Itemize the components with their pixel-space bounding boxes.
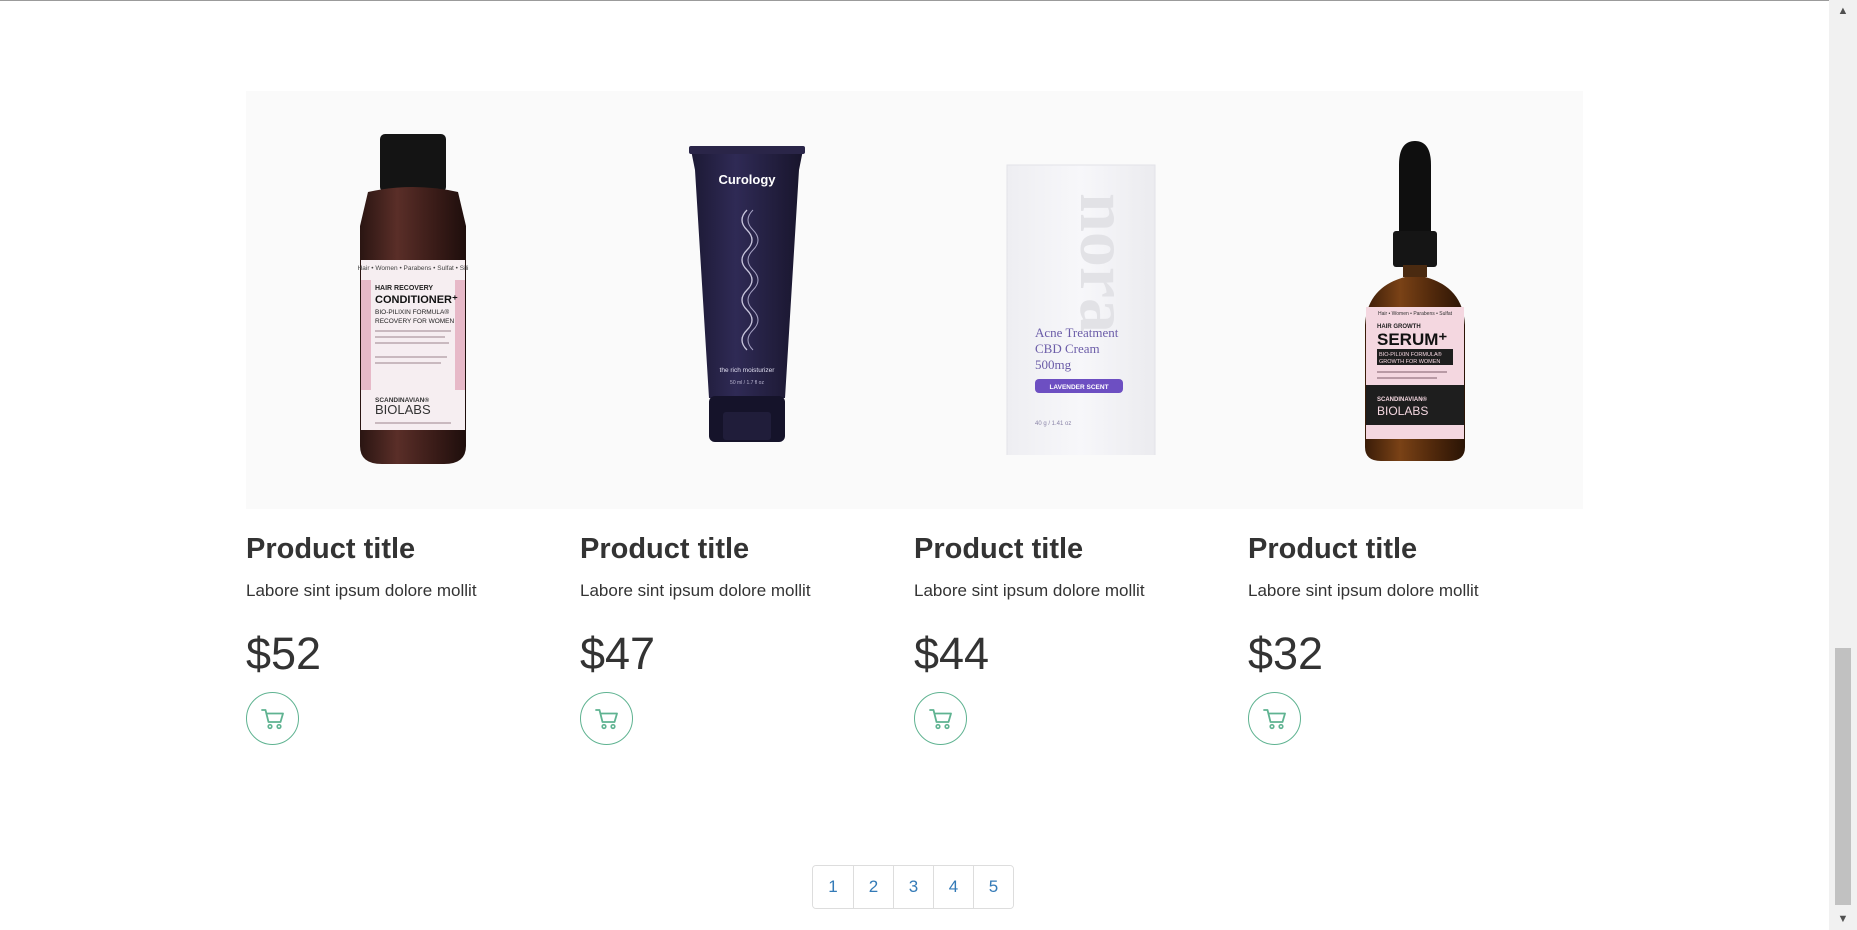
svg-text:the rich moisturizer: the rich moisturizer bbox=[720, 367, 776, 374]
page-link-1[interactable]: 1 bbox=[813, 866, 853, 908]
cart-icon bbox=[1262, 708, 1286, 729]
svg-text:50 ml / 1.7 fl oz: 50 ml / 1.7 fl oz bbox=[730, 380, 764, 386]
svg-text:40 g / 1.41 oz: 40 g / 1.41 oz bbox=[1035, 421, 1071, 427]
moisturizer-tube-image: Curology the rich moisturizer 50 ml / 1.… bbox=[689, 146, 805, 442]
svg-text:CBD Cream: CBD Cream bbox=[1035, 341, 1100, 356]
cart-icon bbox=[928, 708, 952, 729]
svg-text:SCANDINAVIAN®: SCANDINAVIAN® bbox=[1377, 396, 1428, 403]
svg-text:CONDITIONER⁺: CONDITIONER⁺ bbox=[375, 294, 458, 306]
product-image[interactable]: Hair • Women • Parabens • Sulfat HAIR GR… bbox=[1248, 91, 1582, 509]
svg-text:Hair • Women • Parabens • Sulf: Hair • Women • Parabens • Sulfat bbox=[1378, 311, 1453, 317]
product-description: Labore sint ipsum dolore mollit bbox=[580, 581, 811, 600]
product-description: Labore sint ipsum dolore mollit bbox=[914, 581, 1145, 600]
svg-text:BIO-PILIXIN FORMULA®: BIO-PILIXIN FORMULA® bbox=[1379, 351, 1442, 358]
scroll-up-arrow-icon[interactable]: ▲ bbox=[1829, 0, 1857, 22]
product-price: $44 bbox=[914, 628, 990, 679]
top-border bbox=[0, 0, 1829, 1]
svg-text:nora: nora bbox=[1065, 193, 1142, 333]
cart-icon bbox=[594, 708, 618, 729]
product-price: $32 bbox=[1248, 628, 1324, 679]
product-title: Product title bbox=[580, 533, 750, 565]
product-image[interactable]: nora Acne Treatment CBD Cream 500mg LAVE… bbox=[914, 91, 1248, 509]
product-title: Product title bbox=[914, 533, 1084, 565]
product-card: Hair • Women • Parabens • Sulfat HAIR GR… bbox=[1248, 91, 1582, 751]
conditioner-bottle-image: Hair • Women • Parabens • Sulfat • Sili … bbox=[358, 134, 469, 464]
svg-text:HAIR RECOVERY: HAIR RECOVERY bbox=[375, 285, 433, 292]
product-price: $47 bbox=[580, 628, 656, 679]
svg-text:BIOLABS: BIOLABS bbox=[375, 402, 431, 417]
svg-text:BIOLABS: BIOLABS bbox=[1377, 404, 1428, 418]
product-title: Product title bbox=[1248, 533, 1418, 565]
svg-text:Curology: Curology bbox=[718, 172, 776, 187]
scroll-down-arrow-icon[interactable]: ▼ bbox=[1829, 908, 1857, 930]
add-to-cart-button[interactable] bbox=[246, 692, 299, 745]
product-image[interactable]: Hair • Women • Parabens • Sulfat • Sili … bbox=[246, 91, 580, 509]
product-card: Curology the rich moisturizer 50 ml / 1.… bbox=[580, 91, 914, 751]
product-title: Product title bbox=[246, 533, 416, 565]
product-description: Labore sint ipsum dolore mollit bbox=[1248, 581, 1479, 600]
cream-box-image: nora Acne Treatment CBD Cream 500mg LAVE… bbox=[1006, 164, 1156, 455]
svg-text:LAVENDER SCENT: LAVENDER SCENT bbox=[1049, 384, 1108, 391]
page-link-2[interactable]: 2 bbox=[853, 866, 893, 908]
serum-dropper-bottle-image: Hair • Women • Parabens • Sulfat HAIR GR… bbox=[1365, 141, 1465, 461]
svg-text:RECOVERY FOR WOMEN: RECOVERY FOR WOMEN bbox=[375, 318, 455, 325]
svg-text:500mg: 500mg bbox=[1035, 357, 1072, 372]
cart-icon bbox=[260, 708, 284, 729]
product-description: Labore sint ipsum dolore mollit bbox=[246, 581, 477, 600]
svg-text:Acne Treatment: Acne Treatment bbox=[1035, 325, 1119, 340]
page-link-5[interactable]: 5 bbox=[973, 866, 1013, 908]
svg-text:Hair • Women • Parabens • Sulf: Hair • Women • Parabens • Sulfat • Sili bbox=[358, 265, 469, 272]
svg-text:SERUM⁺: SERUM⁺ bbox=[1377, 330, 1447, 349]
product-card: Hair • Women • Parabens • Sulfat • Sili … bbox=[246, 91, 580, 751]
product-image[interactable]: Curology the rich moisturizer 50 ml / 1.… bbox=[580, 91, 914, 509]
page-link-3[interactable]: 3 bbox=[893, 866, 933, 908]
svg-text:GROWTH FOR WOMEN: GROWTH FOR WOMEN bbox=[1379, 359, 1440, 365]
svg-text:BIO-PILIXIN FORMULA®: BIO-PILIXIN FORMULA® bbox=[375, 308, 449, 316]
product-card: nora Acne Treatment CBD Cream 500mg LAVE… bbox=[914, 91, 1248, 751]
pagination: 1 2 3 4 5 bbox=[812, 865, 1014, 909]
scrollbar-thumb[interactable] bbox=[1835, 648, 1851, 905]
add-to-cart-button[interactable] bbox=[1248, 692, 1301, 745]
add-to-cart-button[interactable] bbox=[914, 692, 967, 745]
product-price: $52 bbox=[246, 628, 322, 679]
vertical-scrollbar[interactable]: ▲ ▼ bbox=[1829, 0, 1857, 930]
add-to-cart-button[interactable] bbox=[580, 692, 633, 745]
page-link-4[interactable]: 4 bbox=[933, 866, 973, 908]
